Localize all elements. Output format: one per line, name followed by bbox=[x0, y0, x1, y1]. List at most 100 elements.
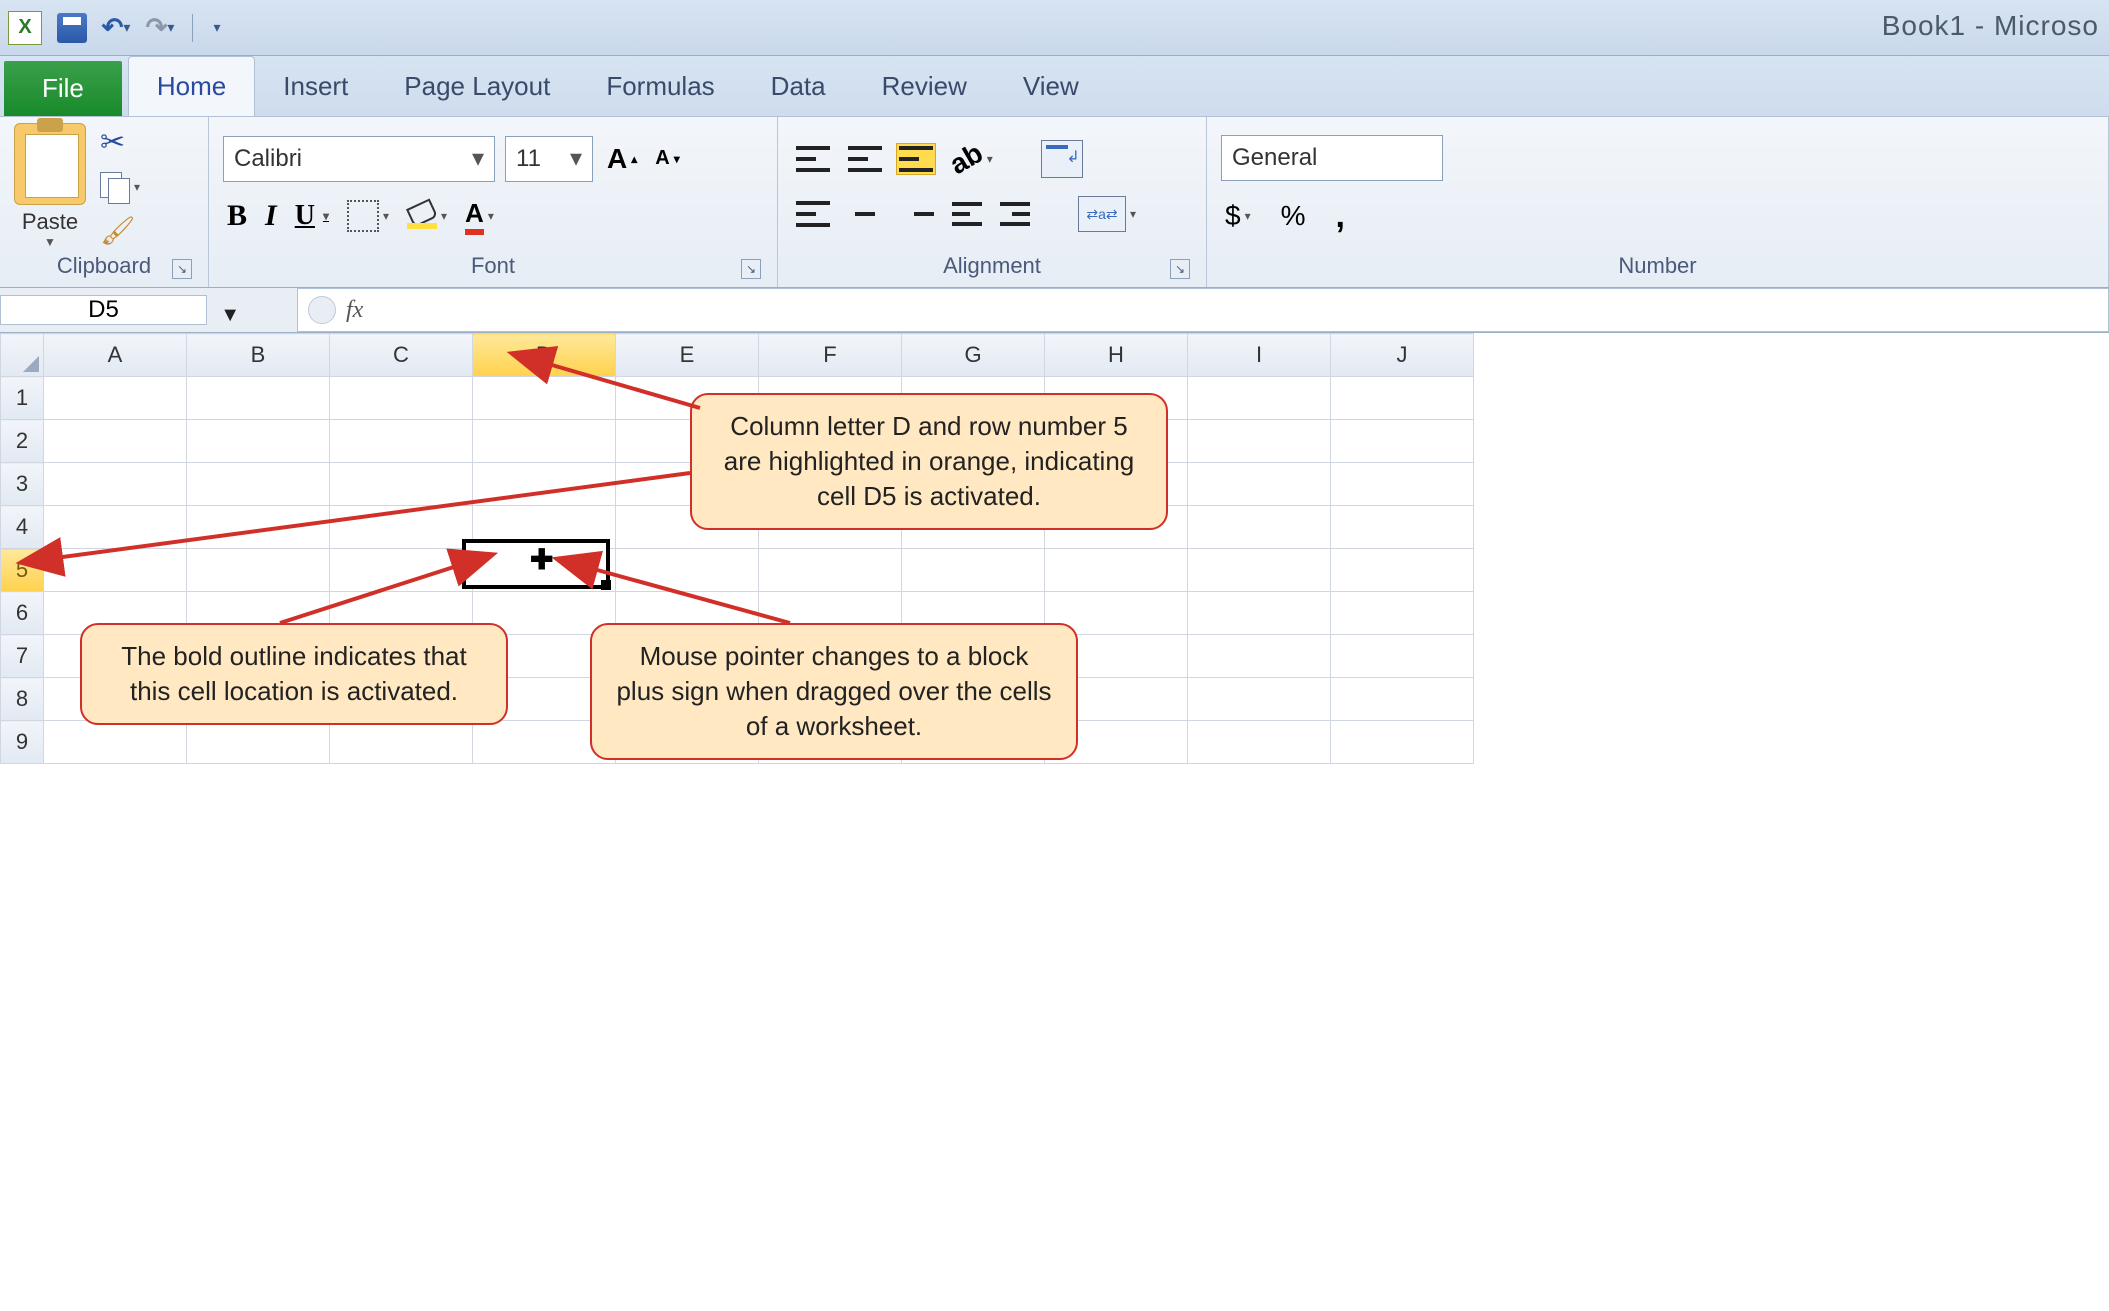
col-header-D[interactable]: D bbox=[473, 334, 616, 377]
row-header-3[interactable]: 3 bbox=[1, 463, 44, 506]
tab-review[interactable]: Review bbox=[854, 57, 995, 116]
font-color-button[interactable]: A▾ bbox=[461, 196, 498, 237]
name-box-dropdown-icon[interactable]: ▼ bbox=[220, 304, 240, 327]
percent-button[interactable]: % bbox=[1277, 198, 1310, 234]
align-left-button[interactable] bbox=[792, 199, 834, 229]
col-header-A[interactable]: A bbox=[44, 334, 187, 377]
formula-bar[interactable]: fx bbox=[297, 288, 2109, 332]
redo-button[interactable]: ↷▾ bbox=[142, 10, 178, 46]
merge-center-button[interactable]: ⇄a⇄▾ bbox=[1074, 194, 1140, 234]
col-header-E[interactable]: E bbox=[616, 334, 759, 377]
align-top-button[interactable] bbox=[792, 144, 834, 174]
group-label-number: Number bbox=[1221, 249, 2094, 285]
group-label-font: Font↘ bbox=[223, 249, 763, 285]
tab-data[interactable]: Data bbox=[743, 57, 854, 116]
col-header-H[interactable]: H bbox=[1045, 334, 1188, 377]
scissors-icon: ✂ bbox=[100, 125, 125, 160]
font-size-combo[interactable]: 11▾ bbox=[505, 136, 593, 182]
currency-button[interactable]: $▾ bbox=[1221, 198, 1255, 234]
paste-label: Paste bbox=[22, 209, 78, 235]
comma-icon: , bbox=[1336, 197, 1345, 236]
redo-dropdown[interactable]: ▾ bbox=[167, 19, 174, 36]
wrap-text-button[interactable] bbox=[1037, 138, 1087, 180]
row-header-8[interactable]: 8 bbox=[1, 678, 44, 721]
paste-button[interactable]: Paste ▼ bbox=[14, 123, 86, 249]
fill-color-button[interactable]: ▾ bbox=[403, 201, 451, 231]
col-header-B[interactable]: B bbox=[187, 334, 330, 377]
decrease-indent-icon bbox=[952, 202, 982, 226]
row-header-5[interactable]: 5 bbox=[1, 549, 44, 592]
alignment-dialog-launcher[interactable]: ↘ bbox=[1170, 259, 1190, 279]
row-header-9[interactable]: 9 bbox=[1, 721, 44, 764]
bold-button[interactable]: B bbox=[223, 197, 251, 235]
select-all-corner[interactable] bbox=[1, 334, 44, 377]
ribbon: Paste ▼ ✂ ▾ 🖌 Clipboard↘ Calibri▾ 11▾ A▴… bbox=[0, 117, 2109, 288]
increase-indent-button[interactable] bbox=[996, 200, 1034, 228]
col-header-G[interactable]: G bbox=[902, 334, 1045, 377]
copy-button[interactable]: ▾ bbox=[96, 170, 144, 204]
underline-button[interactable]: U▾ bbox=[291, 198, 333, 234]
formula-bar-row: D5 ▼ fx bbox=[0, 288, 2109, 333]
row-header-1[interactable]: 1 bbox=[1, 377, 44, 420]
group-number: General $▾ % , Number bbox=[1207, 117, 2109, 287]
save-button[interactable] bbox=[54, 10, 90, 46]
tab-home[interactable]: Home bbox=[128, 56, 255, 116]
col-header-F[interactable]: F bbox=[759, 334, 902, 377]
group-label-clipboard: Clipboard↘ bbox=[14, 249, 194, 285]
increase-indent-icon bbox=[1000, 202, 1030, 226]
undo-button[interactable]: ↶▾ bbox=[98, 10, 134, 46]
fx-icon: fx bbox=[346, 297, 363, 324]
align-right-button[interactable] bbox=[896, 199, 938, 229]
row-header-6[interactable]: 6 bbox=[1, 592, 44, 635]
tab-insert[interactable]: Insert bbox=[255, 57, 376, 116]
tab-file[interactable]: File bbox=[4, 61, 122, 116]
paint-bucket-icon bbox=[407, 203, 437, 229]
row-header-7[interactable]: 7 bbox=[1, 635, 44, 678]
borders-icon bbox=[347, 200, 379, 232]
orientation-icon: ab bbox=[944, 137, 988, 181]
ribbon-tabs: File Home Insert Page Layout Formulas Da… bbox=[0, 56, 2109, 117]
customize-qat-button[interactable]: ▾ bbox=[199, 10, 235, 46]
font-name-combo[interactable]: Calibri▾ bbox=[223, 136, 495, 182]
align-center-button[interactable] bbox=[844, 199, 886, 229]
percent-icon: % bbox=[1281, 200, 1306, 232]
col-header-J[interactable]: J bbox=[1331, 334, 1474, 377]
brush-icon: 🖌 bbox=[100, 214, 136, 247]
format-painter-button[interactable]: 🖌 bbox=[96, 212, 144, 249]
col-header-C[interactable]: C bbox=[330, 334, 473, 377]
paste-icon bbox=[14, 123, 86, 205]
col-header-I[interactable]: I bbox=[1188, 334, 1331, 377]
font-dialog-launcher[interactable]: ↘ bbox=[741, 259, 761, 279]
block-plus-cursor-icon: ✚ bbox=[530, 543, 553, 576]
cell[interactable] bbox=[44, 377, 187, 420]
row-header-4[interactable]: 4 bbox=[1, 506, 44, 549]
align-bottom-button[interactable] bbox=[896, 143, 936, 175]
clipboard-dialog-launcher[interactable]: ↘ bbox=[172, 259, 192, 279]
row-header-2[interactable]: 2 bbox=[1, 420, 44, 463]
decrease-indent-button[interactable] bbox=[948, 200, 986, 228]
currency-icon: $ bbox=[1225, 200, 1241, 232]
undo-dropdown[interactable]: ▾ bbox=[123, 19, 130, 36]
excel-app-icon[interactable]: X bbox=[8, 11, 42, 45]
tab-page-layout[interactable]: Page Layout bbox=[376, 57, 578, 116]
italic-button[interactable]: I bbox=[261, 197, 281, 235]
save-icon bbox=[57, 13, 87, 43]
callout-plus-cursor: Mouse pointer changes to a block plus si… bbox=[590, 623, 1078, 760]
cut-button[interactable]: ✂ bbox=[96, 123, 144, 162]
number-format-combo[interactable]: General bbox=[1221, 135, 1443, 181]
name-box[interactable]: D5 ▼ bbox=[0, 295, 207, 325]
orientation-button[interactable]: ab▾ bbox=[946, 141, 997, 177]
redo-icon: ↷ bbox=[146, 12, 168, 43]
paste-dropdown[interactable]: ▼ bbox=[44, 235, 56, 249]
undo-icon: ↶ bbox=[102, 12, 124, 43]
shrink-font-button[interactable]: A▾ bbox=[651, 145, 683, 172]
tab-view[interactable]: View bbox=[995, 57, 1107, 116]
group-label-alignment: Alignment↘ bbox=[792, 249, 1192, 285]
tab-formulas[interactable]: Formulas bbox=[578, 57, 742, 116]
borders-button[interactable]: ▾ bbox=[343, 198, 393, 234]
window-title: Book1 - Microso bbox=[1882, 10, 2099, 42]
grow-font-button[interactable]: A▴ bbox=[603, 141, 641, 177]
align-middle-button[interactable] bbox=[844, 144, 886, 174]
comma-button[interactable]: , bbox=[1332, 195, 1349, 238]
insert-function-button[interactable] bbox=[308, 296, 336, 324]
